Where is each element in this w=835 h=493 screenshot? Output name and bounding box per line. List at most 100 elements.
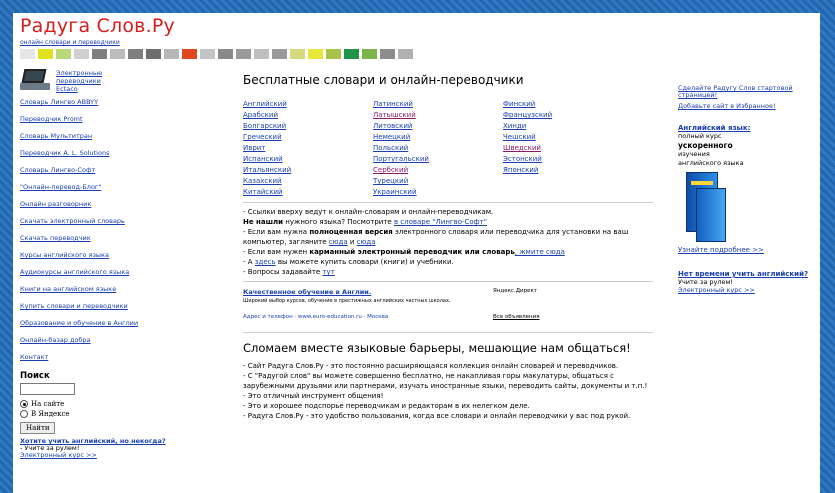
language-link[interactable]: Английский xyxy=(243,99,373,110)
language-link[interactable]: Эстонский xyxy=(503,154,633,165)
palette-swatch xyxy=(200,49,215,59)
language-link[interactable]: Литовский xyxy=(373,121,503,132)
note-6-text: - Вопросы задавайте xyxy=(243,268,323,276)
sidebar-link-education[interactable]: Образование и обучение в Англии xyxy=(20,320,180,327)
sidebar-link-buy[interactable]: Купить словари и переводчики xyxy=(20,303,180,310)
sidebar-link-bazaar[interactable]: Онлайн-базар добра xyxy=(20,337,180,344)
language-column-2: Латинский Латышский Литовский Немецкий Польс… xyxy=(373,99,503,198)
radio-unchecked-icon[interactable] xyxy=(20,410,28,418)
language-link[interactable]: Чешский xyxy=(503,132,633,143)
english-course-line3: изучения xyxy=(678,150,710,158)
language-link[interactable]: Испанский xyxy=(243,154,373,165)
no-time-link[interactable]: Электронный курс >> xyxy=(678,286,813,294)
language-link[interactable]: Португальский xyxy=(373,154,503,165)
here-link-1[interactable]: сюда xyxy=(329,238,348,246)
language-list: Английский Арабский Болгарский Греческий Ивр… xyxy=(243,99,653,198)
sidebar-link-books[interactable]: Книги на английском языке xyxy=(20,286,180,293)
language-link[interactable]: Иврит xyxy=(243,143,373,154)
search-button[interactable]: Найти xyxy=(20,422,56,434)
ectaco-link[interactable]: Электронные переводчики Ectaco xyxy=(56,69,111,93)
no-time-heading[interactable]: Нет времени учить английский? xyxy=(678,270,813,278)
palette-swatch xyxy=(362,49,377,59)
radio-site[interactable]: На сайте xyxy=(20,400,180,408)
sidebar-link-audio[interactable]: Аудиокурсы английского языка xyxy=(20,269,180,276)
language-link[interactable]: Греческий xyxy=(243,132,373,143)
note-3-and: и xyxy=(347,238,357,246)
note-2-text: нужного языка? Посмотрите xyxy=(283,218,394,226)
palette-swatch xyxy=(182,49,197,59)
language-link[interactable]: Немецкий xyxy=(373,132,503,143)
buy-here-link[interactable]: здесь xyxy=(255,258,276,266)
sidebar-link-lingvosoft[interactable]: Словарь Лингво-Софт xyxy=(20,167,180,174)
language-column-3: Финский Французский Хинди Чешский Шведский Эс… xyxy=(503,99,633,198)
make-homepage-link[interactable]: Сделайте Радугу Слов стартовой страницей… xyxy=(678,85,813,99)
radio-yandex[interactable]: В Яндексе xyxy=(20,410,180,418)
note-5: - А здесь вы можете купить словари (книг… xyxy=(243,257,653,267)
language-link[interactable]: Китайский xyxy=(243,187,373,198)
search-heading: Поиск xyxy=(20,371,50,381)
english-course-line1: полный курс xyxy=(678,132,722,140)
ectaco-block[interactable]: Электронные переводчики Ectaco xyxy=(20,69,180,93)
ad-footer[interactable]: Адрес и телефон · www.euro-education.ru … xyxy=(243,314,388,320)
language-link[interactable]: Арабский xyxy=(243,110,373,121)
sidebar-link-promt[interactable]: Переводчик Promt xyxy=(20,116,180,123)
note-2: Не нашли нужного языка? Посмотрите в сло… xyxy=(243,217,653,227)
site-subtitle[interactable]: онлайн словари и переводчики xyxy=(20,39,120,46)
language-link[interactable]: Украинский xyxy=(373,187,503,198)
language-link[interactable]: Финский xyxy=(503,99,633,110)
language-link[interactable]: Турецкий xyxy=(373,176,503,187)
ad-text: Широкий выбор курсов, обучение в престиж… xyxy=(243,298,451,304)
note-5-text: - А xyxy=(243,258,255,266)
sidebar-link-als[interactable]: Переводчик A. L. Solutions xyxy=(20,150,180,157)
yandex-direct-label[interactable]: Яндекс.Директ xyxy=(493,288,537,294)
site-logo[interactable]: Радуга Слов.Ру xyxy=(20,15,175,37)
language-link[interactable]: Японский xyxy=(503,165,633,176)
language-link[interactable]: Сербский xyxy=(373,165,503,176)
palette-swatch xyxy=(308,49,323,59)
language-link[interactable]: Шведский xyxy=(503,143,633,154)
note-3-text: - Если вам нужна xyxy=(243,228,310,236)
language-link[interactable]: Болгарский xyxy=(243,121,373,132)
color-palette-strip xyxy=(20,49,416,59)
sidebar-link-blog[interactable]: "Онлайн-перевод-Блог" xyxy=(20,184,180,191)
section-title: Сломаем вместе языковые барьеры, мешающи… xyxy=(243,341,631,355)
all-ads-link[interactable]: Все объявления xyxy=(493,314,540,320)
lingvosoft-link[interactable]: в словаре "Лингво-Софт" xyxy=(394,218,487,226)
note-2-bold: Не нашли xyxy=(243,218,284,226)
questions-link[interactable]: тут xyxy=(322,268,334,276)
promo-link[interactable]: Электронный курс >> xyxy=(20,452,180,459)
sidebar-link-phrasebook[interactable]: Онлайн разговорник xyxy=(20,201,180,208)
sidebar-link-multitran[interactable]: Словарь Мультитран xyxy=(20,133,180,140)
palette-swatch xyxy=(254,49,269,59)
add-favorites-link[interactable]: Добавьте сайт в Избранное! xyxy=(678,103,813,110)
language-link[interactable]: Итальянский xyxy=(243,165,373,176)
pocket-link[interactable]: , жмите сюда xyxy=(515,248,565,256)
sidebar-link-contact[interactable]: Контакт xyxy=(20,354,180,361)
sidebar-link-download-dict[interactable]: Скачать электронный словарь xyxy=(20,218,180,225)
ad-title[interactable]: Качественное обучение в Англии. xyxy=(243,288,653,296)
language-link[interactable]: Польский xyxy=(373,143,503,154)
radio-checked-icon[interactable] xyxy=(20,400,28,408)
sidebar-link-abbyy[interactable]: Словарь Лингво ABBYY xyxy=(20,99,180,106)
sidebar-link-download-translator[interactable]: Скачать переводчик xyxy=(20,235,180,242)
course-book-image[interactable] xyxy=(686,172,726,242)
palette-swatch xyxy=(398,49,413,59)
here-link-2[interactable]: сюда xyxy=(357,238,376,246)
language-column-1: Английский Арабский Болгарский Греческий Ивр… xyxy=(243,99,373,198)
palette-swatch xyxy=(164,49,179,59)
divider xyxy=(243,281,653,282)
language-link[interactable]: Хинди xyxy=(503,121,633,132)
palette-swatch xyxy=(146,49,161,59)
note-5-text2: вы можете купить словари (книги) и учебн… xyxy=(275,258,454,266)
learn-more-link[interactable]: Узнайте подробнее >> xyxy=(678,246,813,254)
radio-yandex-label: В Яндексе xyxy=(31,410,70,418)
language-link[interactable]: Латышский xyxy=(373,110,503,121)
language-link[interactable]: Казахский xyxy=(243,176,373,187)
sidebar-link-courses[interactable]: Курсы английского языка xyxy=(20,252,180,259)
search-input[interactable] xyxy=(20,383,75,395)
language-link[interactable]: Латинский xyxy=(373,99,503,110)
language-link[interactable]: Французский xyxy=(503,110,633,121)
english-course-heading[interactable]: Английский язык: xyxy=(678,124,813,132)
palette-swatch xyxy=(56,49,71,59)
radio-site-label: На сайте xyxy=(31,400,65,408)
